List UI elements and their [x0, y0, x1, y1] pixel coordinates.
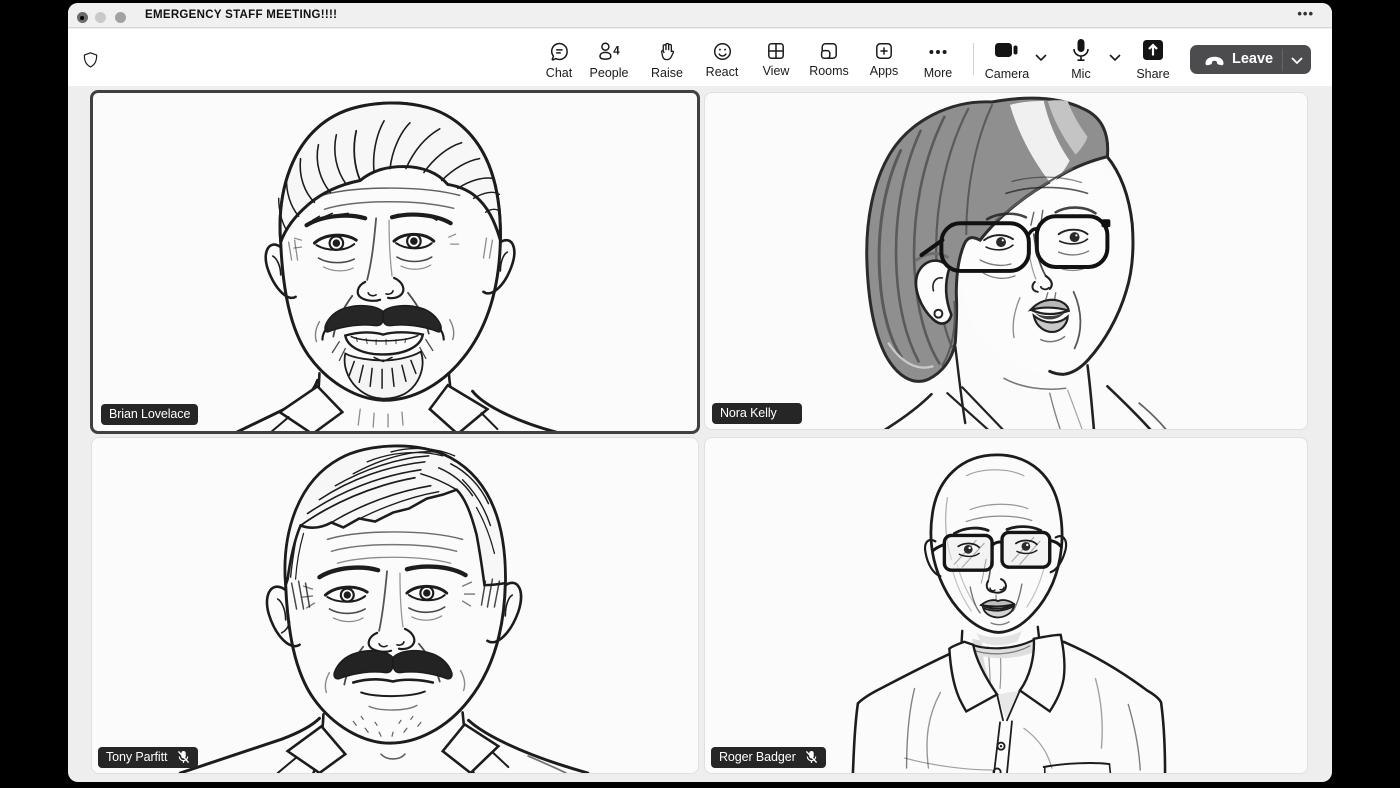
- svg-text:4: 4: [613, 46, 620, 58]
